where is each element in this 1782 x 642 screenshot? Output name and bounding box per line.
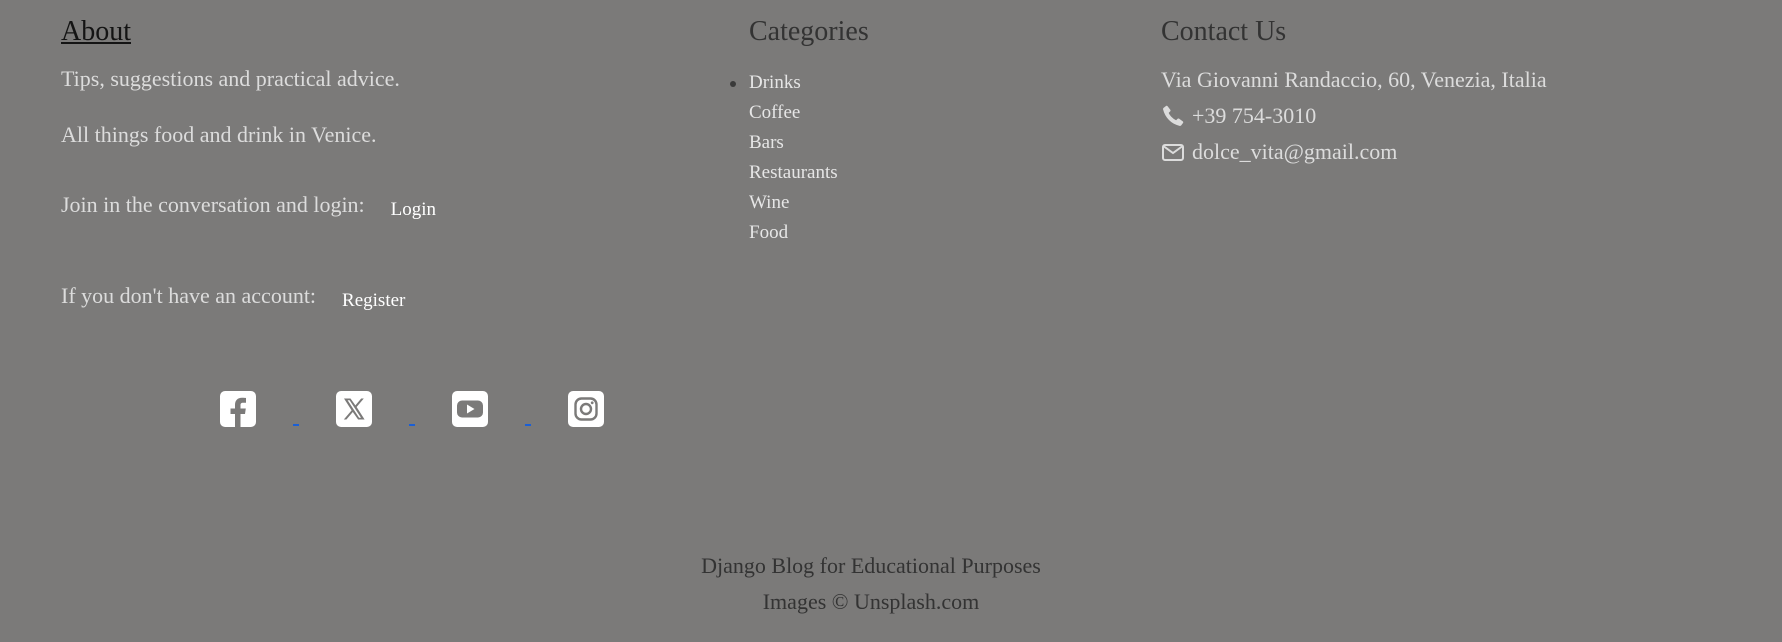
social-links	[220, 391, 604, 427]
facebook-link-underline	[293, 424, 299, 426]
phone-icon	[1163, 105, 1184, 126]
category-item-restaurants[interactable]: Restaurants	[749, 158, 1099, 188]
categories-section: Categories Drinks Coffee Bars Restaurant…	[730, 14, 1099, 248]
about-description: All things food and drink in Venice.	[61, 122, 377, 147]
youtube-icon	[452, 391, 488, 427]
contact-address: Via Giovanni Randaccio, 60, Venezia, Ita…	[1161, 62, 1761, 98]
about-tagline: Tips, suggestions and practical advice.	[61, 66, 400, 91]
category-item-coffee[interactable]: Coffee	[749, 98, 1099, 128]
login-row: Join in the conversation and login: Logi…	[61, 190, 661, 222]
contact-phone: +39 754-3010	[1161, 98, 1761, 134]
instagram-icon	[568, 391, 604, 427]
about-section: About Tips, suggestions and practical ad…	[61, 14, 661, 313]
instagram-link[interactable]	[568, 391, 604, 427]
x-link-underline	[409, 424, 415, 426]
register-prompt: If you don't have an account:	[61, 283, 317, 308]
contact-heading: Contact Us	[1161, 16, 1287, 47]
facebook-link[interactable]	[220, 391, 336, 427]
phone-text: +39 754-3010	[1192, 103, 1317, 128]
credits-line-2: Images © Unsplash.com	[762, 589, 980, 614]
about-heading[interactable]: About	[61, 14, 661, 50]
login-link[interactable]: Login	[391, 195, 436, 225]
category-item-bars[interactable]: Bars	[749, 128, 1099, 158]
x-twitter-icon	[336, 391, 372, 427]
youtube-link-underline	[525, 424, 531, 426]
category-item-drinks[interactable]: Drinks	[730, 68, 1099, 98]
address-text: Via Giovanni Randaccio, 60, Venezia, Ita…	[1161, 67, 1547, 92]
register-link[interactable]: Register	[342, 286, 405, 316]
login-prompt: Join in the conversation and login:	[61, 192, 365, 217]
contact-section: Contact Us Via Giovanni Randaccio, 60, V…	[1161, 14, 1761, 170]
envelope-icon	[1162, 144, 1184, 161]
youtube-link[interactable]	[452, 391, 568, 427]
categories-list: Drinks Coffee Bars Restaurants Wine Food	[730, 68, 1099, 248]
facebook-icon	[220, 391, 256, 427]
category-item-food[interactable]: Food	[749, 218, 1099, 248]
email-text[interactable]: dolce_vita@gmail.com	[1192, 134, 1397, 170]
credits-line-1: Django Blog for Educational Purposes	[701, 553, 1041, 578]
x-link[interactable]	[336, 391, 452, 427]
register-row: If you don't have an account: Register	[61, 281, 661, 313]
contact-email: dolce_vita@gmail.com	[1161, 134, 1761, 170]
categories-heading: Categories	[749, 16, 869, 47]
footer-credits: Django Blog for Educational Purposes Ima…	[0, 548, 1742, 620]
category-item-wine[interactable]: Wine	[749, 188, 1099, 218]
